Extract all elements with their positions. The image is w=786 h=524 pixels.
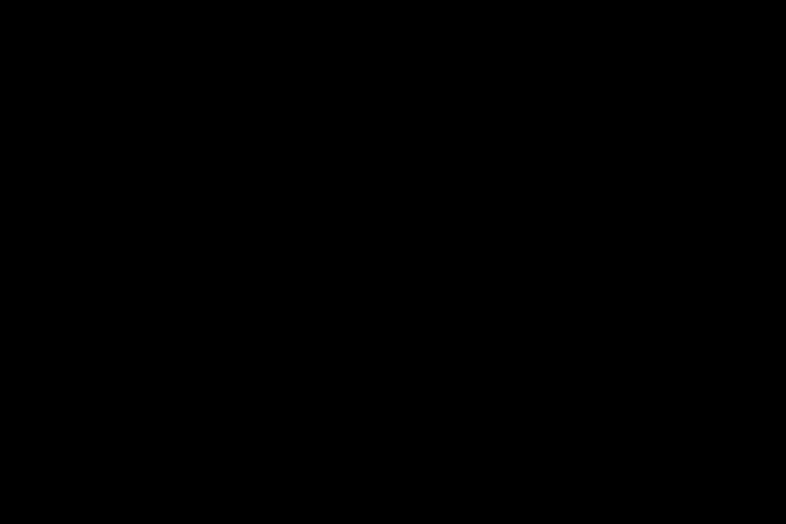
- bios-boot-console[interactable]: Press any key to boot from CD or DVD...: [0, 0, 786, 524]
- boot-prompt-line: Press any key to boot from CD or DVD...: [0, 13, 346, 44]
- console-empty-area: [0, 29, 786, 524]
